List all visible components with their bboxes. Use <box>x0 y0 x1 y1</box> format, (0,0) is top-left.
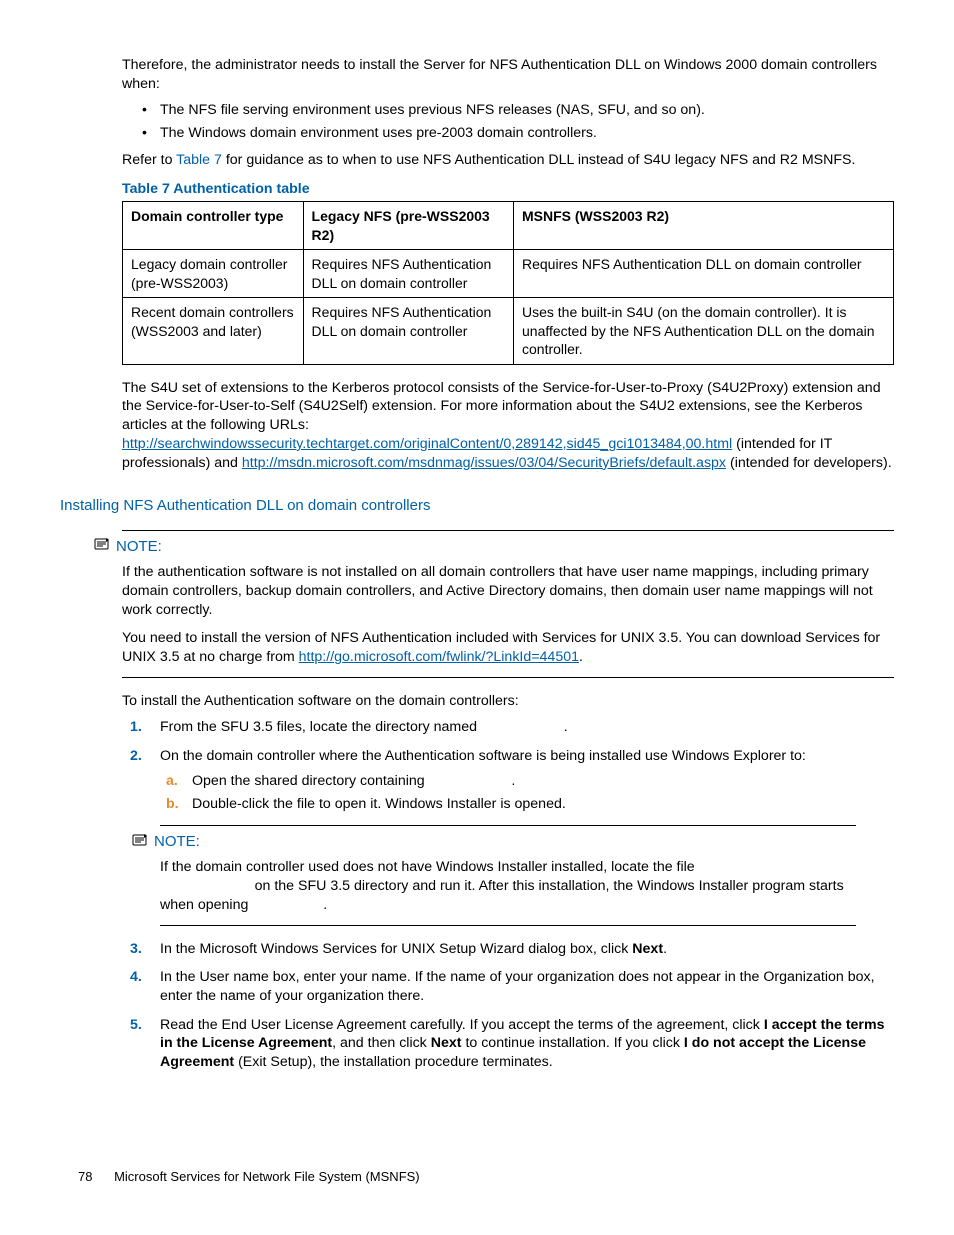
col-header: MSNFS (WSS2003 R2) <box>514 202 894 250</box>
note-box: NOTE: If the authentication software is … <box>122 530 894 678</box>
kerberos-link-2[interactable]: http://msdn.microsoft.com/msdnmag/issues… <box>242 455 726 471</box>
step-1: From the SFU 3.5 files, locate the direc… <box>122 718 894 737</box>
note-label: NOTE: <box>116 538 162 555</box>
section-heading: Installing NFS Authentication DLL on dom… <box>60 496 894 516</box>
auth-table: Domain controller type Legacy NFS (pre-W… <box>122 201 894 364</box>
page-number: 78 <box>78 1169 92 1184</box>
table-row: Legacy domain controller (pre-WSS2003) R… <box>123 250 894 298</box>
footer-title: Microsoft Services for Network File Syst… <box>114 1169 420 1184</box>
table-caption: Table 7 Authentication table <box>122 180 894 199</box>
install-lead: To install the Authentication software o… <box>122 692 894 711</box>
step-3: In the Microsoft Windows Services for UN… <box>122 940 894 959</box>
note-box: NOTE: If the domain controller used does… <box>160 825 856 925</box>
intro-para: Therefore, the administrator needs to in… <box>122 56 894 93</box>
page-footer: 78 Microsoft Services for Network File S… <box>78 1168 420 1185</box>
note-text: If the authentication software is not in… <box>122 563 894 619</box>
note-icon <box>94 537 112 557</box>
s4u-para: The S4U set of extensions to the Kerbero… <box>122 379 894 473</box>
col-header: Domain controller type <box>123 202 304 250</box>
note-label: NOTE: <box>154 833 200 850</box>
step-5: Read the End User License Agreement care… <box>122 1016 894 1072</box>
table-ref-link[interactable]: Table 7 <box>176 152 222 168</box>
note-text: If the domain controller used does not h… <box>160 858 856 914</box>
table-row: Recent domain controllers (WSS2003 and l… <box>123 298 894 364</box>
intro-bullets: The NFS file serving environment uses pr… <box>122 101 894 142</box>
substep-b: Double-click the file to open it. Window… <box>160 795 894 814</box>
step-2: On the domain controller where the Authe… <box>122 747 894 925</box>
note-text: You need to install the version of NFS A… <box>122 629 894 666</box>
kerberos-link-1[interactable]: http://searchwindowssecurity.techtarget.… <box>122 436 732 452</box>
install-steps: From the SFU 3.5 files, locate the direc… <box>122 718 894 1071</box>
note-icon <box>132 833 150 853</box>
substep-a: Open the shared directory containing . <box>160 772 894 791</box>
step-4: In the User name box, enter your name. I… <box>122 968 894 1005</box>
list-item: The NFS file serving environment uses pr… <box>122 101 894 120</box>
sfu-download-link[interactable]: http://go.microsoft.com/fwlink/?LinkId=4… <box>299 649 579 665</box>
col-header: Legacy NFS (pre-WSS2003 R2) <box>303 202 513 250</box>
refer-line: Refer to Table 7 for guidance as to when… <box>122 151 894 170</box>
list-item: The Windows domain environment uses pre-… <box>122 124 894 143</box>
substeps: Open the shared directory containing . D… <box>160 772 894 813</box>
